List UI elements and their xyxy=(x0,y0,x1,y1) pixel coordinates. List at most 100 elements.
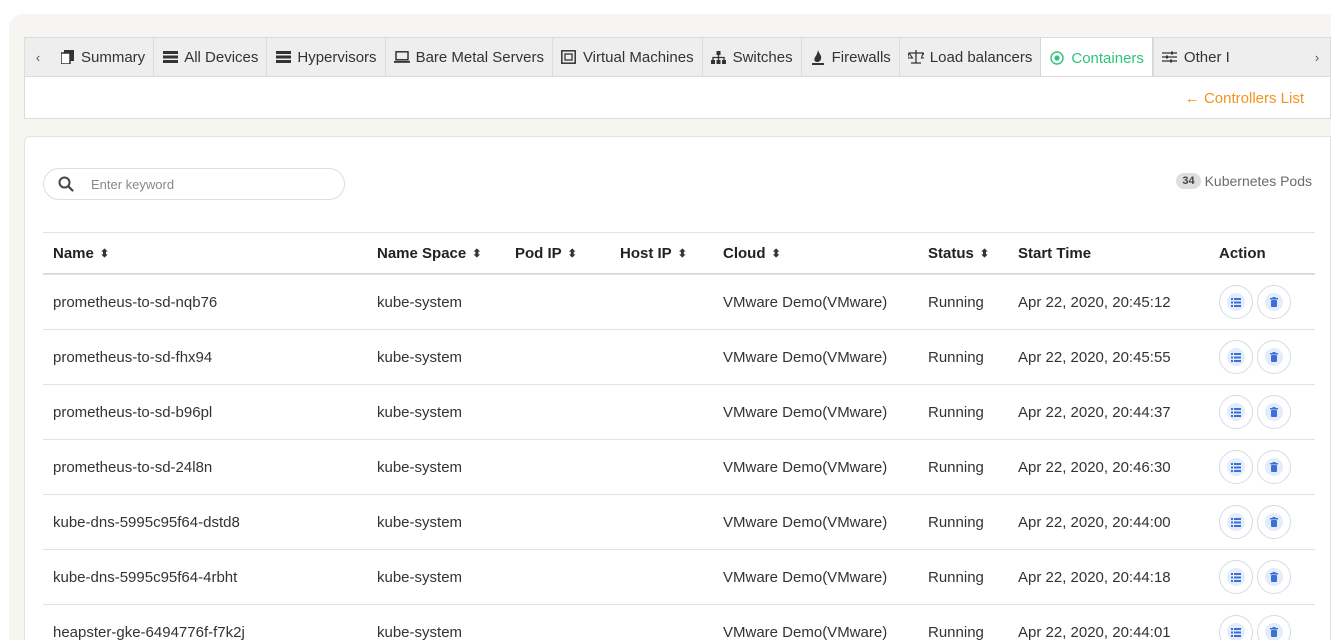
tab-label: Summary xyxy=(81,48,146,66)
column-header-label: Pod IP xyxy=(515,244,562,262)
tab-strip: Summary All Devices Hypervisors Bare Met… xyxy=(51,38,1330,76)
column-header-cloud[interactable]: Cloud ⬍ xyxy=(723,233,781,273)
sort-icon: ⬍ xyxy=(771,247,781,260)
trash-icon xyxy=(1270,407,1278,417)
delete-button[interactable] xyxy=(1257,450,1291,484)
tab-bare-metal-servers[interactable]: Bare Metal Servers xyxy=(384,38,552,76)
controllers-bar: ← Controllers List xyxy=(24,76,1331,119)
pod-status: Running xyxy=(928,403,984,421)
pod-status: Running xyxy=(928,513,984,531)
pod-cloud: VMware Demo(VMware) xyxy=(723,513,888,531)
pod-namespace: kube-system xyxy=(377,348,463,366)
column-header-host-ip[interactable]: Host IP ⬍ xyxy=(620,233,687,273)
column-header-namespace[interactable]: Name Space ⬍ xyxy=(377,233,481,273)
pod-start-time: Apr 22, 2020, 20:44:18 xyxy=(1018,568,1171,586)
details-button[interactable] xyxy=(1219,560,1253,594)
column-header-pod-ip[interactable]: Pod IP ⬍ xyxy=(515,233,577,273)
details-button[interactable] xyxy=(1219,450,1253,484)
table-row: kube-dns-5995c95f64-dstd8 kube-system VM… xyxy=(43,494,1315,549)
details-button[interactable] xyxy=(1219,505,1253,539)
delete-button[interactable] xyxy=(1257,505,1291,539)
row-actions xyxy=(1219,495,1295,549)
pod-namespace: kube-system xyxy=(377,293,463,311)
pod-namespace: kube-system xyxy=(377,403,463,421)
column-header-label: Action xyxy=(1219,244,1266,262)
column-header-label: Status xyxy=(928,244,974,262)
pod-namespace: kube-system xyxy=(377,513,463,531)
server-stack-icon xyxy=(162,51,178,63)
pod-status: Running xyxy=(928,293,984,311)
pod-start-time: Apr 22, 2020, 20:44:01 xyxy=(1018,623,1171,640)
tab-firewalls[interactable]: Firewalls xyxy=(800,38,899,76)
table-row: kube-dns-5995c95f64-4rbht kube-system VM… xyxy=(43,549,1315,604)
delete-button[interactable] xyxy=(1257,395,1291,429)
pods-count: 34 Kubernetes Pods xyxy=(1176,173,1312,189)
sliders-icon xyxy=(1162,51,1178,63)
tab-other[interactable]: Other I xyxy=(1152,38,1238,76)
controllers-list-link[interactable]: ← Controllers List xyxy=(1185,90,1304,107)
table-row: prometheus-to-sd-24l8n kube-system VMwar… xyxy=(43,439,1315,494)
details-button[interactable] xyxy=(1219,395,1253,429)
pod-cloud: VMware Demo(VMware) xyxy=(723,293,888,311)
pod-start-time: Apr 22, 2020, 20:45:55 xyxy=(1018,348,1171,366)
pod-start-time: Apr 22, 2020, 20:45:12 xyxy=(1018,293,1171,311)
pod-name: prometheus-to-sd-nqb76 xyxy=(53,293,218,311)
delete-button[interactable] xyxy=(1257,285,1291,319)
search-input[interactable] xyxy=(91,176,311,192)
pod-cloud: VMware Demo(VMware) xyxy=(723,403,888,421)
tab-hypervisors[interactable]: Hypervisors xyxy=(266,38,384,76)
tab-containers[interactable]: Containers xyxy=(1040,38,1153,76)
column-header-action: Action xyxy=(1219,233,1266,273)
pod-cloud: VMware Demo(VMware) xyxy=(723,348,888,366)
pod-name: kube-dns-5995c95f64-dstd8 xyxy=(53,513,240,531)
pod-start-time: Apr 22, 2020, 20:44:00 xyxy=(1018,513,1171,531)
pods-count-label: Kubernetes Pods xyxy=(1204,173,1312,189)
tab-label: Virtual Machines xyxy=(582,48,694,66)
search-box[interactable] xyxy=(43,168,345,200)
tab-label: Load balancers xyxy=(929,48,1033,66)
pods-panel: 34 Kubernetes Pods Name ⬍ Name Space ⬍ Pod… xyxy=(24,136,1331,640)
details-button[interactable] xyxy=(1219,285,1253,319)
trash-icon xyxy=(1270,517,1278,527)
column-header-label: Start Time xyxy=(1018,244,1092,262)
table-row: prometheus-to-sd-b96pl kube-system VMwar… xyxy=(43,384,1315,439)
tab-switches[interactable]: Switches xyxy=(701,38,801,76)
tab-label: Containers xyxy=(1071,49,1144,67)
trash-icon xyxy=(1270,627,1278,637)
list-icon xyxy=(1231,297,1241,307)
pods-table: Name ⬍ Name Space ⬍ Pod IP ⬍ Host IP ⬍ Cloud… xyxy=(43,232,1315,640)
pod-status: Running xyxy=(928,623,984,640)
delete-button[interactable] xyxy=(1257,340,1291,374)
column-header-label: Name Space xyxy=(377,244,467,262)
tab-load-balancers[interactable]: Load balancers xyxy=(898,38,1041,76)
tab-scroll-left-button[interactable]: ‹ xyxy=(25,38,51,76)
trash-icon xyxy=(1270,352,1278,362)
sort-icon: ⬍ xyxy=(99,247,110,260)
column-header-start-time: Start Time xyxy=(1018,233,1091,273)
column-header-status[interactable]: Status ⬍ xyxy=(928,233,989,273)
trash-icon xyxy=(1270,297,1278,307)
tab-virtual-machines[interactable]: Virtual Machines xyxy=(551,38,702,76)
tab-summary[interactable]: Summary xyxy=(51,38,153,76)
pod-name: heapster-gke-6494776f-f7k2j xyxy=(53,623,245,640)
list-icon xyxy=(1231,572,1241,582)
row-actions xyxy=(1219,605,1295,640)
pod-status: Running xyxy=(928,458,984,476)
pod-name: prometheus-to-sd-24l8n xyxy=(53,458,213,476)
delete-button[interactable] xyxy=(1257,615,1291,640)
details-button[interactable] xyxy=(1219,340,1253,374)
pod-cloud: VMware Demo(VMware) xyxy=(723,568,888,586)
pod-start-time: Apr 22, 2020, 20:44:37 xyxy=(1018,403,1171,421)
tab-all-devices[interactable]: All Devices xyxy=(153,38,266,76)
delete-button[interactable] xyxy=(1257,560,1291,594)
details-button[interactable] xyxy=(1219,615,1253,640)
list-icon xyxy=(1231,352,1241,362)
tab-scroll-right-button[interactable]: › xyxy=(1304,38,1330,76)
column-header-name[interactable]: Name ⬍ xyxy=(53,233,109,273)
row-actions xyxy=(1219,275,1295,329)
list-icon xyxy=(1231,462,1241,472)
trash-icon xyxy=(1270,572,1278,582)
pod-status: Running xyxy=(928,348,984,366)
container-icon xyxy=(1049,51,1065,65)
row-actions xyxy=(1219,440,1295,494)
